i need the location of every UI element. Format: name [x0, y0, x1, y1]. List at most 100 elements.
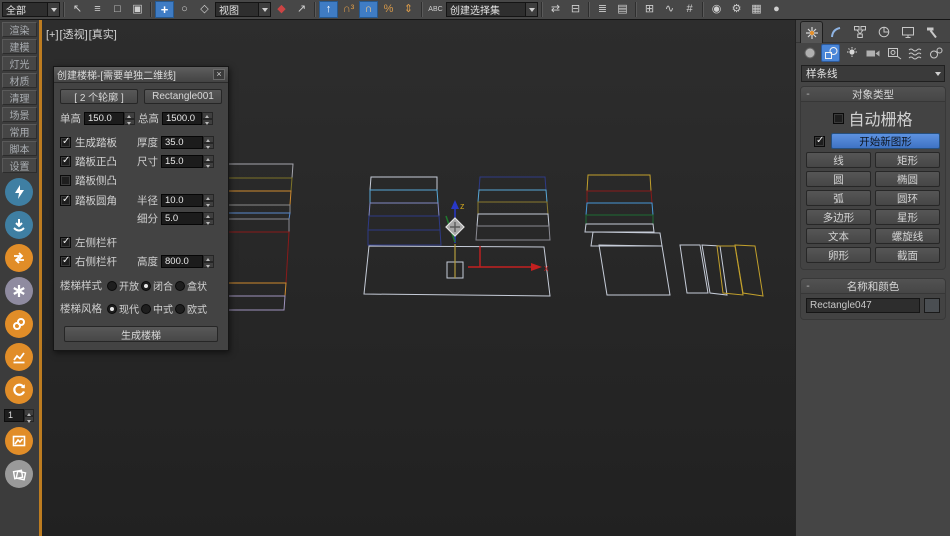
rendered-frame-icon[interactable]: ▦	[747, 1, 766, 18]
gen-tread-checkbox[interactable]	[60, 137, 71, 148]
perspective-viewport[interactable]: [+][透视][真实]	[42, 20, 795, 536]
spinner-arrows-icon[interactable]	[24, 409, 34, 422]
align-icon[interactable]: ⊟	[566, 1, 585, 18]
tab-utilities[interactable]	[920, 21, 943, 43]
subtab-geometry[interactable]	[800, 44, 819, 62]
total-height-field[interactable]: 1500.0	[162, 112, 202, 125]
close-icon[interactable]: ×	[213, 69, 225, 80]
start-new-shape-button[interactable]: 开始新图形	[831, 133, 940, 149]
subtab-shapes[interactable]	[821, 44, 840, 62]
snaps-3d-icon[interactable]: ∩³	[339, 1, 358, 18]
name-color-rollout-header[interactable]: - 名称和颜色	[801, 279, 945, 294]
tread-fillet-checkbox[interactable]	[60, 195, 71, 206]
subtab-lights[interactable]	[842, 44, 861, 62]
image-icon[interactable]	[5, 427, 33, 455]
shape-button-egg[interactable]: 卵形	[806, 247, 871, 263]
shape-button-star[interactable]: 星形	[875, 209, 940, 225]
tread-side-checkbox[interactable]	[60, 175, 71, 186]
segments-spinner[interactable]	[203, 212, 214, 225]
right-rail-checkbox[interactable]	[60, 256, 71, 267]
sidebar-tab-modeling[interactable]: 建模	[2, 39, 37, 54]
select-rotate-icon[interactable]: ○	[175, 1, 194, 18]
radius-field[interactable]: 10.0	[161, 194, 203, 207]
subtab-helpers[interactable]	[884, 44, 903, 62]
select-move-icon[interactable]: +	[155, 1, 174, 18]
sidebar-tab-scene[interactable]: 场景	[2, 107, 37, 122]
wireframe-stairs-right[interactable]	[585, 175, 763, 296]
wireframe-stairs-middle[interactable]	[364, 177, 550, 296]
percent-snap-icon[interactable]: %	[379, 1, 398, 18]
material-editor-icon[interactable]: ◉	[707, 1, 726, 18]
shape-button-line[interactable]: 线	[806, 152, 871, 168]
schematic-view-icon[interactable]: #	[680, 1, 699, 18]
sidebar-tab-script[interactable]: 脚本	[2, 141, 37, 156]
radius-spinner[interactable]	[203, 194, 214, 207]
edit-named-sets-icon[interactable]: ABC	[426, 1, 445, 18]
object-name-field[interactable]: Rectangle047	[806, 298, 920, 313]
unit-height-spinner[interactable]	[124, 112, 135, 125]
select-by-name-icon[interactable]: ≡	[88, 1, 107, 18]
profiles-button[interactable]: [ 2 个轮廓 ]	[60, 89, 138, 104]
mirror-icon[interactable]: ⇄	[546, 1, 565, 18]
shape-button-ngon[interactable]: 多边形	[806, 209, 871, 225]
curve-editor-icon[interactable]: ∿	[660, 1, 679, 18]
subtab-spacewarps[interactable]	[905, 44, 924, 62]
layer-manager-icon[interactable]: ≣	[593, 1, 612, 18]
style-open-radio[interactable]	[107, 281, 117, 291]
select-manipulate-icon[interactable]: ↗	[292, 1, 311, 18]
select-scale-icon[interactable]: ◇	[195, 1, 214, 18]
move-gizmo[interactable]: z x	[446, 200, 549, 278]
download-icon[interactable]	[5, 211, 33, 239]
lightning-icon[interactable]	[5, 178, 33, 206]
subtab-systems[interactable]	[926, 44, 945, 62]
style-box-radio[interactable]	[175, 281, 185, 291]
rectangular-selection-icon[interactable]: □	[108, 1, 127, 18]
thickness-spinner[interactable]	[203, 136, 214, 149]
asterisk-icon[interactable]	[5, 277, 33, 305]
shape-button-circle[interactable]: 圆	[806, 171, 871, 187]
dialog-titlebar[interactable]: 创建楼梯-[需要单独二维线] ×	[54, 67, 228, 83]
photos-icon[interactable]	[5, 460, 33, 488]
shape-category-dropdown[interactable]: 样条线	[801, 65, 945, 82]
spinner-snap-icon[interactable]: ⇕	[399, 1, 418, 18]
sidebar-tab-render[interactable]: 渲染	[2, 22, 37, 37]
size-spinner[interactable]	[203, 155, 214, 168]
sidebar-tab-material[interactable]: 材质	[2, 73, 37, 88]
rail-height-field[interactable]: 800.0	[161, 255, 203, 268]
style-closed-radio[interactable]	[141, 281, 151, 291]
selection-filter-dropdown[interactable]: 全部	[2, 2, 60, 17]
window-crossing-icon[interactable]: ▣	[128, 1, 147, 18]
snap-override-icon[interactable]: ↑	[319, 1, 338, 18]
angle-snap-icon[interactable]: ∩	[359, 1, 378, 18]
tab-hierarchy[interactable]	[848, 21, 871, 43]
flavor-chinese-radio[interactable]	[141, 304, 151, 314]
flavor-modern-radio[interactable]	[107, 304, 117, 314]
render-setup-icon[interactable]: ⚙	[727, 1, 746, 18]
sidebar-tab-common[interactable]: 常用	[2, 124, 37, 139]
object-color-swatch[interactable]	[924, 298, 940, 313]
segments-field[interactable]: 5.0	[161, 212, 203, 225]
sidebar-tab-cleanup[interactable]: 清理	[2, 90, 37, 105]
sidebar-tab-settings[interactable]: 设置	[2, 158, 37, 173]
tab-motion[interactable]	[872, 21, 895, 43]
shape-button-text[interactable]: 文本	[806, 228, 871, 244]
sidebar-spinner[interactable]: 1	[4, 409, 34, 422]
named-sets-dropdown[interactable]: 创建选择集	[446, 2, 538, 17]
shape-button-donut[interactable]: 圆环	[875, 190, 940, 206]
tab-modify[interactable]	[824, 21, 847, 43]
ribbon-toggle-icon[interactable]: ▤	[613, 1, 632, 18]
shape-button-ellipse[interactable]: 椭圆	[875, 171, 940, 187]
tab-create[interactable]	[800, 21, 823, 43]
shape-button-rectangle[interactable]: 矩形	[875, 152, 940, 168]
start-new-shape-checkbox[interactable]	[814, 136, 825, 147]
shape-button-section[interactable]: 截面	[875, 247, 940, 263]
unit-height-field[interactable]: 150.0	[84, 112, 124, 125]
autogrid-checkbox[interactable]	[833, 113, 844, 124]
rail-height-spinner[interactable]	[203, 255, 214, 268]
left-rail-checkbox[interactable]	[60, 237, 71, 248]
link-icon[interactable]	[5, 310, 33, 338]
size-field[interactable]: 15.0	[161, 155, 203, 168]
render-production-icon[interactable]: ●	[767, 1, 786, 18]
object-type-rollout-header[interactable]: - 对象类型	[801, 87, 945, 102]
generate-stairs-button[interactable]: 生成楼梯	[64, 326, 218, 342]
